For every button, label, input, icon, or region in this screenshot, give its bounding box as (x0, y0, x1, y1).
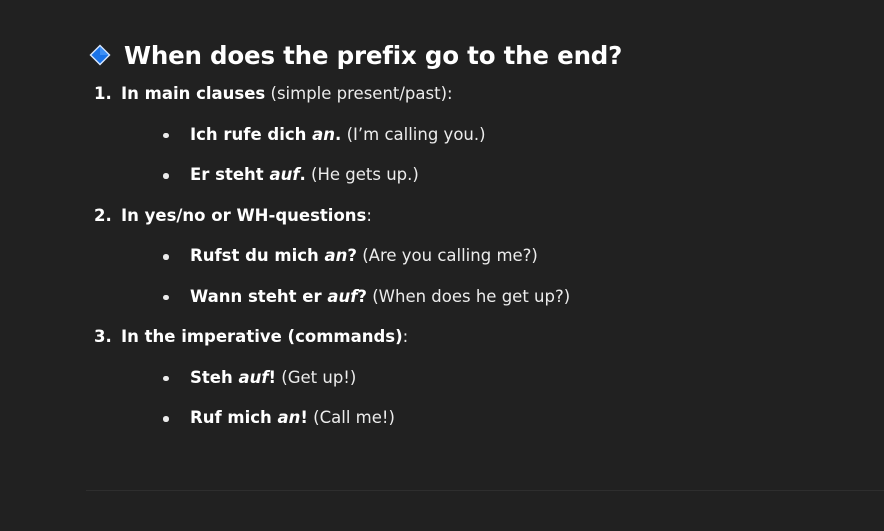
example-item: Ich rufe dich an. (I’m calling you.) (121, 125, 868, 145)
list-number: 2. (94, 205, 112, 225)
separable-prefix: an (312, 124, 336, 144)
list-number: 3. (94, 327, 112, 346)
separable-prefix: an (277, 408, 301, 427)
example-punctuation: ? (347, 246, 357, 265)
rules-list: 1. In main clauses (simple present/past)… (88, 84, 868, 428)
example-sentence: Ich rufe dich (190, 124, 313, 144)
examples-list: Steh auf! (Get up!) Ruf mich an! (Call m… (121, 368, 868, 429)
list-item-title: In the imperative (commands) (121, 327, 403, 346)
example-item: Wann steht er auf? (When does he get up?… (121, 287, 868, 307)
blue-diamond-icon (88, 43, 112, 67)
example-item: Ruf mich an! (Call me!) (121, 408, 868, 428)
example-punctuation: ! (300, 408, 308, 427)
examples-list: Rufst du mich an? (Are you calling me?) … (121, 246, 868, 307)
list-item-detail: : (402, 327, 409, 346)
bullet-icon (163, 254, 169, 260)
example-translation: (Are you calling me?) (356, 246, 538, 265)
example-sentence: Ruf mich (190, 408, 278, 427)
heading-text: When does the prefix go to the end? (124, 40, 623, 70)
example-item: Rufst du mich an? (Are you calling me?) (121, 246, 868, 266)
section-heading: When does the prefix go to the end? (88, 36, 868, 74)
example-translation: (When does he get up?) (366, 286, 571, 306)
example-sentence: Wann steht er (190, 286, 328, 306)
separable-prefix: auf (238, 367, 269, 387)
example-translation: (He gets up.) (305, 165, 419, 184)
example-sentence: Er steht (190, 165, 270, 184)
separable-prefix: auf (269, 165, 300, 184)
example-sentence: Rufst du mich (190, 246, 325, 265)
list-item-questions: 2. In yes/no or WH-questions: Rufst du m… (88, 206, 868, 307)
example-translation: (Get up!) (276, 367, 357, 387)
list-item-title: In yes/no or WH-questions (121, 205, 367, 225)
list-number: 1. (94, 84, 112, 103)
example-punctuation: ? (357, 286, 367, 306)
example-item: Er steht auf. (He gets up.) (121, 165, 868, 185)
list-item-title: In main clauses (121, 84, 266, 103)
chat-message-content: When does the prefix go to the end? 1. I… (88, 36, 868, 428)
bullet-icon (163, 416, 169, 422)
bullet-icon (163, 173, 169, 179)
section-divider (86, 490, 884, 491)
examples-list: Ich rufe dich an. (I’m calling you.) Er … (121, 125, 868, 186)
list-item-main-clauses: 1. In main clauses (simple present/past)… (88, 84, 868, 185)
example-punctuation: ! (268, 367, 277, 387)
bullet-icon (163, 375, 169, 381)
example-item: Steh auf! (Get up!) (121, 368, 868, 388)
example-translation: (I’m calling you.) (341, 124, 486, 144)
list-item-detail: (simple present/past): (265, 84, 453, 103)
separable-prefix: auf (327, 286, 358, 306)
list-item-detail: : (366, 205, 372, 225)
example-translation: (Call me!) (307, 408, 395, 427)
bullet-icon (163, 132, 169, 138)
bullet-icon (163, 294, 169, 300)
list-item-imperative: 3. In the imperative (commands): Steh au… (88, 327, 868, 428)
example-sentence: Steh (190, 367, 239, 387)
separable-prefix: an (324, 246, 348, 265)
